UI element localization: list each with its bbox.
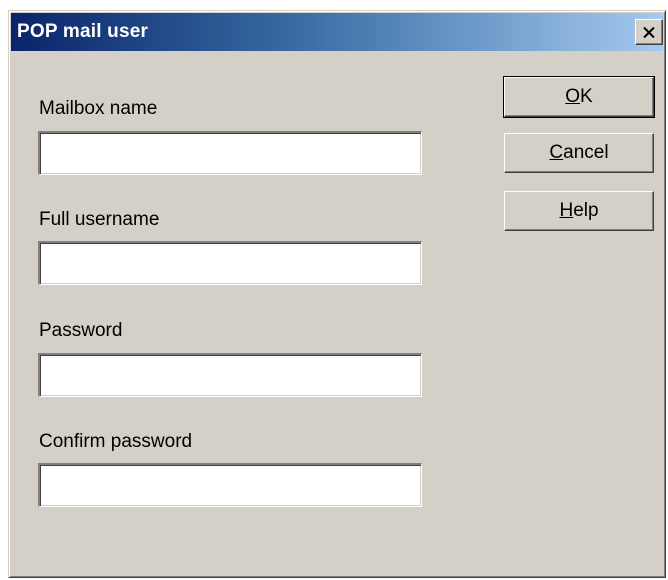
help-button-accelerator: H	[559, 200, 574, 221]
window-title: POP mail user	[17, 21, 149, 42]
full-username-input[interactable]	[38, 241, 422, 285]
mailbox-name-label: Mailbox name	[39, 98, 158, 119]
confirm-password-label: Confirm password	[39, 431, 193, 452]
close-button[interactable]	[635, 19, 663, 45]
full-username-label: Full username	[39, 209, 160, 230]
mailbox-name-input[interactable]	[38, 131, 422, 175]
cancel-button-label: ancel	[563, 142, 609, 163]
cancel-button-accelerator: C	[549, 142, 564, 163]
help-button[interactable]: Help	[504, 191, 654, 231]
help-button-label: elp	[573, 200, 599, 221]
title-bar[interactable]: POP mail user	[11, 13, 663, 51]
pop-mail-user-dialog: POP mail user Mailbox name Full username…	[8, 10, 666, 578]
confirm-password-input[interactable]	[38, 463, 422, 507]
ok-button-accelerator: O	[565, 86, 581, 107]
password-input[interactable]	[38, 353, 422, 397]
close-icon	[643, 26, 655, 38]
cancel-button[interactable]: Cancel	[504, 133, 654, 173]
password-label: Password	[39, 320, 123, 341]
ok-button-label: K	[580, 86, 593, 107]
ok-button[interactable]: OK	[503, 76, 655, 118]
